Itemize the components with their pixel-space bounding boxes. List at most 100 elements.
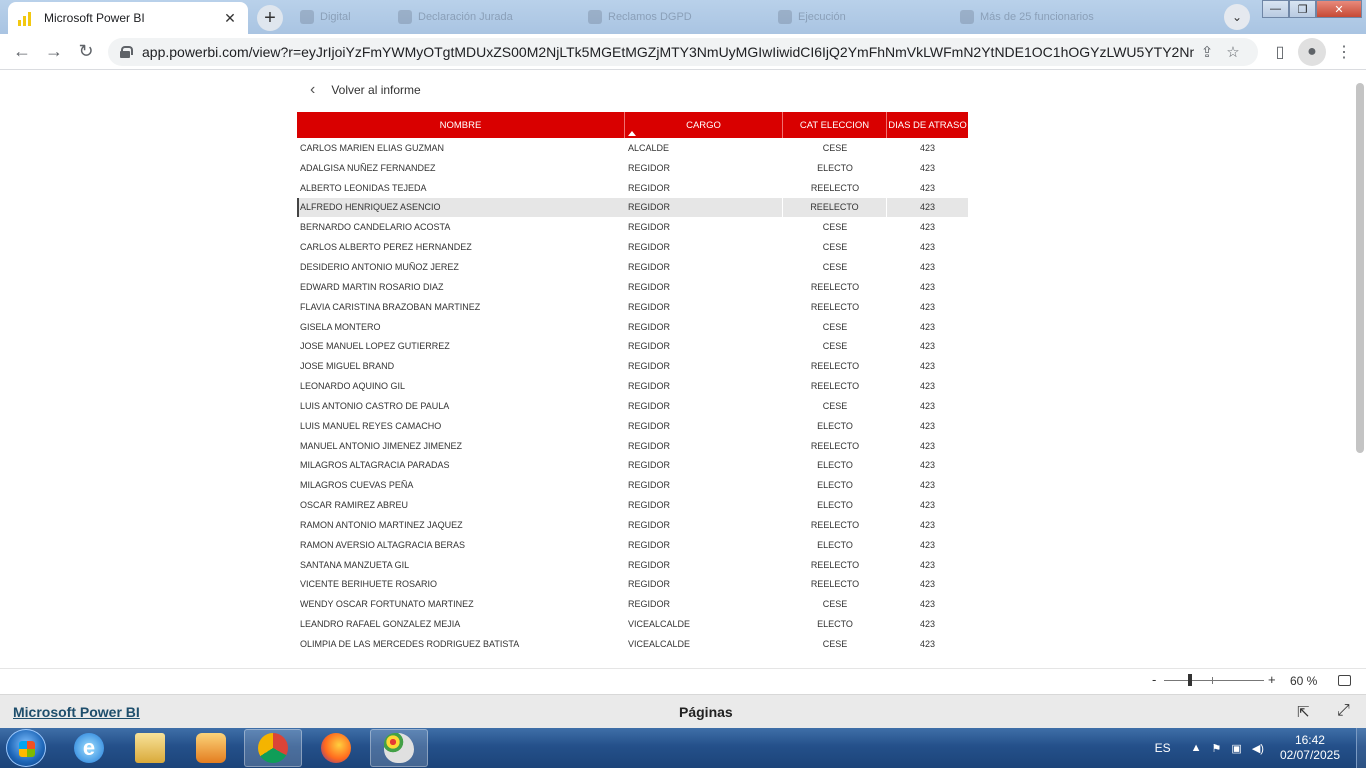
table-row[interactable]: VICENTE BERIHUETE ROSARIO REGIDOR REELECTO… [297,575,968,595]
zoom-slider-thumb[interactable] [1188,674,1192,686]
cell-nombre: JOSE MANUEL LOPEZ GUTIERREZ [300,341,450,352]
table-row[interactable]: CARLOS MARIEN ELIAS GUZMAN ALCALDE CESE 423 [297,138,968,158]
cell-nombre: MANUEL ANTONIO JIMENEZ JIMENEZ [300,440,463,451]
fullscreen-icon[interactable]: ⤢ [1337,702,1350,720]
zoom-in-button[interactable]: + [1268,672,1276,687]
media-player-icon[interactable] [182,729,240,767]
cell-nombre: BERNARDO CANDELARIO ACOSTA [300,222,451,233]
table-row[interactable]: ALBERTO LEONIDAS TEJEDA REGIDOR REELECTO 42… [297,178,968,198]
file-explorer-icon[interactable] [121,729,179,767]
table-row[interactable]: LEONARDO AQUINO GIL REGIDOR REELECTO 423 [297,376,968,396]
cell-cat-eleccion: CESE [822,639,848,650]
table-row[interactable]: MILAGROS ALTAGRACIA PARADAS REGIDOR ELECTO… [297,456,968,476]
window-close-button[interactable]: ✕ [1316,0,1362,18]
cell-dias-de-atraso: 423 [919,381,936,392]
table-row[interactable]: ALFREDO HENRIQUEZ ASENCIO REGIDOR REELECTO… [297,197,968,218]
back-to-report-link[interactable]: ‹ Volver al informe [310,81,421,99]
table-row[interactable]: BERNARDO CANDELARIO ACOSTA REGIDOR CESE 423 [297,217,968,237]
address-bar[interactable]: app.powerbi.com/view?r=eyJrIjoiYzFmYWMyO… [108,38,1258,66]
internet-explorer-icon[interactable]: e [60,729,118,767]
back-arrow-icon[interactable]: ← [6,36,38,68]
zoom-slider-track[interactable] [1164,680,1264,681]
cell-cargo: REGIDOR [628,400,671,411]
table-row[interactable]: MANUEL ANTONIO JIMENEZ JIMENEZ REGIDOR REE… [297,436,968,456]
table-row[interactable]: CARLOS ALBERTO PEREZ HERNANDEZ REGIDOR CES… [297,237,968,257]
start-button-icon[interactable] [6,729,46,767]
table-row[interactable]: MILAGROS CUEVAS PEÑA REGIDOR ELECTO 423 [297,475,968,495]
table-row[interactable]: WENDY OSCAR FORTUNATO MARTINEZ REGIDOR CES… [297,594,968,614]
forward-arrow-icon[interactable]: → [38,36,70,68]
column-header-cat-eleccion[interactable]: CAT ELECCION [783,112,887,138]
table-row[interactable]: DESIDERIO ANTONIO MUÑOZ JEREZ REGIDOR CESE… [297,257,968,277]
firefox-icon[interactable] [307,729,365,767]
background-tab[interactable]: Declaración Jurada [398,8,568,26]
report-canvas: ‹ Volver al informe NOMBRE CARGO CAT ELE… [0,71,1366,668]
table-row[interactable]: RAMON AVERSIO ALTAGRACIA BERAS REGIDOR ELE… [297,535,968,555]
cell-nombre: VICENTE BERIHUETE ROSARIO [300,579,438,590]
table-row[interactable]: GISELA MONTERO REGIDOR CESE 423 [297,317,968,337]
minimize-button[interactable]: — [1262,0,1289,18]
show-hidden-icons-icon[interactable]: ▲ [1191,742,1202,754]
chrome-icon[interactable] [244,729,302,767]
cell-cargo: REGIDOR [628,559,671,570]
table-row[interactable]: LUIS ANTONIO CASTRO DE PAULA REGIDOR CESE 4… [297,396,968,416]
cell-cargo: REGIDOR [628,460,671,471]
column-header-dias-de-atraso[interactable]: DIAS DE ATRASO [887,112,968,138]
table-row[interactable]: OLIMPIA DE LAS MERCEDES RODRIGUEZ BATIST… [297,634,968,654]
tab-favicon-icon [588,10,602,24]
table-row[interactable]: LEANDRO RAFAEL GONZALEZ MEJIA VICEALCALDE… [297,614,968,634]
table-row[interactable]: JOSE MANUEL LOPEZ GUTIERREZ REGIDOR CESE 42… [297,336,968,356]
table-row[interactable]: EDWARD MARTIN ROSARIO DIAZ REGIDOR REELECT… [297,277,968,297]
cell-cat-eleccion: REELECTO [810,440,860,451]
paint-icon[interactable] [370,729,428,767]
language-indicator[interactable]: ES [1155,741,1171,755]
side-panel-icon[interactable]: ▯ [1266,38,1294,66]
background-tab[interactable]: Reclamos DGPD [588,8,758,26]
cell-nombre: JOSE MIGUEL BRAND [300,361,395,372]
column-header-cargo[interactable]: CARGO [625,112,783,138]
system-clock[interactable]: 16:42 02/07/2025 [1280,733,1340,763]
vertical-scrollbar[interactable] [1356,83,1364,453]
column-header-nombre[interactable]: NOMBRE [297,112,625,138]
share-icon[interactable]: ⇪ [1194,43,1220,61]
table-row[interactable]: JOSE MIGUEL BRAND REGIDOR REELECTO 423 [297,356,968,376]
cell-dias-de-atraso: 423 [919,242,936,253]
table-row[interactable]: OSCAR RAMIREZ ABREU REGIDOR ELECTO 423 [297,495,968,515]
tab-close-icon[interactable]: ✕ [222,10,238,27]
network-icon[interactable]: ▣ [1231,742,1241,755]
cell-cat-eleccion: REELECTO [810,281,860,292]
cell-cargo: REGIDOR [628,440,671,451]
action-center-flag-icon[interactable]: ⚑ [1212,742,1222,755]
cell-dias-de-atraso: 423 [919,480,936,491]
cell-dias-de-atraso: 423 [919,599,936,610]
background-tab[interactable]: Ejecución [778,8,938,26]
pages-button[interactable]: Páginas [679,704,733,720]
cell-cat-eleccion: ELECTO [817,619,853,630]
menu-kebab-icon[interactable]: ⋮ [1330,38,1358,66]
table-row[interactable]: RAMON ANTONIO MARTINEZ JAQUEZ REGIDOR REEL… [297,515,968,535]
tab-search-chevron-icon[interactable]: ⌄ [1224,4,1250,30]
cell-nombre: DESIDERIO ANTONIO MUÑOZ JEREZ [300,261,459,272]
maximize-button[interactable]: ❐ [1289,0,1316,18]
background-tab[interactable]: Más de 25 funcionarios [960,8,1135,26]
zoom-out-button[interactable]: - [1152,672,1156,687]
table-row[interactable]: LUIS MANUEL REYES CAMACHO REGIDOR ELECTO 42… [297,416,968,436]
cell-dias-de-atraso: 423 [919,579,936,590]
power-bi-brand-link[interactable]: Microsoft Power BI [13,704,140,720]
cell-dias-de-atraso: 423 [919,162,936,173]
background-tab[interactable]: Digital [300,8,380,26]
reload-icon[interactable]: ↻ [70,36,102,68]
table-row[interactable]: FLAVIA CARISTINA BRAZOBAN MARTINEZ REGIDO… [297,297,968,317]
cell-cargo: REGIDOR [628,579,671,590]
profile-avatar-icon[interactable]: ● [1298,38,1326,66]
volume-icon[interactable]: ◀) [1252,742,1264,755]
new-tab-button[interactable]: + [257,5,283,31]
bookmark-star-icon[interactable]: ☆ [1220,43,1246,61]
cell-dias-de-atraso: 423 [919,341,936,352]
table-row[interactable]: SANTANA MANZUETA GIL REGIDOR REELECTO 423 [297,555,968,575]
share-icon[interactable]: ⇱ [1297,703,1310,721]
tab-power-bi[interactable]: Microsoft Power BI ✕ [8,2,248,34]
fit-to-page-icon[interactable] [1338,675,1351,686]
show-desktop-button[interactable] [1356,728,1366,768]
table-row[interactable]: ADALGISA NUÑEZ FERNANDEZ REGIDOR ELECTO 423 [297,158,968,178]
